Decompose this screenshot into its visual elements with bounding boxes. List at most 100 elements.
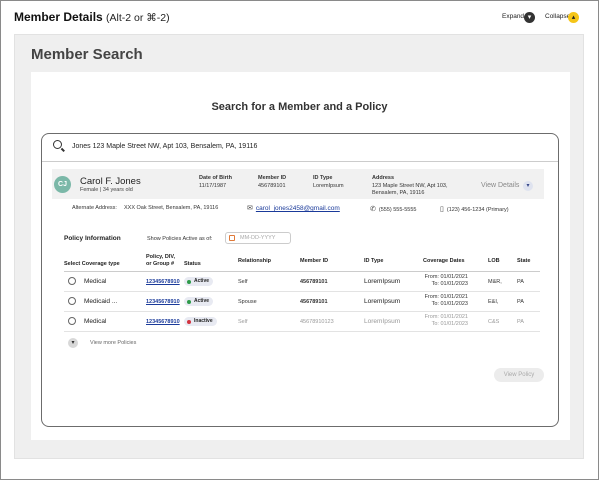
from-label: From: (424, 314, 439, 320)
lob: C&S (488, 319, 500, 325)
col-lob: LOB (488, 258, 500, 264)
search-input[interactable]: Jones 123 Maple Street NW, Apt 103, Bens… (44, 135, 556, 159)
coverage-type: Medicaid ... (84, 298, 118, 305)
policy-info-title: Policy Information (64, 235, 121, 242)
dob-label: Date of Birth (199, 175, 232, 181)
mobile-icon: ▯ (440, 206, 444, 213)
table-row[interactable]: Medical 12345678910 Inactive Self 456789… (64, 312, 540, 332)
search-heading: Search for a Member and a Policy (211, 101, 388, 113)
policy-link[interactable]: 12345678910 (146, 319, 180, 325)
col-state: State (517, 258, 531, 264)
contact-row: Alternate Address: XXX Oak Street, Bensa… (52, 200, 544, 218)
col-relationship: Relationship (238, 258, 272, 264)
col-id-type: ID Type (364, 258, 384, 264)
col-policy-1: Policy, DIV, (146, 254, 176, 260)
member-demographics: Female | 34 years old (80, 187, 133, 193)
phone-icon: ✆ (370, 206, 376, 213)
email-item: ✉ carol_jones2458@gmail.com (247, 204, 340, 212)
to-date: 01/01/2023 (440, 301, 468, 307)
from-date: 01/01/2021 (440, 314, 468, 320)
active-date-field[interactable]: MM-DD-YYYY (225, 232, 291, 244)
col-member-id: Member ID (300, 258, 329, 264)
coverage-radio[interactable] (68, 317, 76, 325)
avatar: CJ (54, 176, 71, 193)
chevron-down-icon[interactable]: ▾ (523, 181, 533, 191)
col-status: Status (184, 261, 201, 267)
col-coverage-dates: Coverage Dates (423, 258, 465, 264)
page-title: Member Details (Alt-2 or ⌘-2) (14, 10, 170, 24)
row-id-type: LoremIpsum (364, 318, 401, 325)
coverage-dates: From: 01/01/2021 To: 01/01/2023 (420, 274, 468, 288)
lob: E&I, (488, 299, 499, 305)
mail-icon: ✉ (247, 205, 253, 212)
section-title: Member Search (31, 46, 143, 63)
dob-value: 11/17/1987 (199, 183, 227, 189)
search-input-value: Jones 123 Maple Street NW, Apt 103, Bens… (72, 143, 258, 150)
table-row[interactable]: Medical 12345678910 Active Self 45678910… (64, 272, 540, 292)
coverage-dates: From: 01/01/2021 To: 01/01/2023 (420, 294, 468, 308)
phone-item: ✆ (555) 555-5555 (370, 205, 417, 213)
coverage-radio[interactable] (68, 277, 76, 285)
divider (42, 161, 558, 162)
id-type-label: ID Type (313, 175, 333, 181)
status-badge: Active (184, 277, 214, 286)
row-member-id: 45678910123 (300, 319, 334, 325)
lob: M&R, (488, 279, 502, 285)
address-label: Address (372, 175, 395, 181)
shortcut-hint: (Alt-2 or ⌘-2) (106, 12, 170, 24)
collapse-label[interactable]: Collapse (545, 13, 570, 20)
page-title-text: Member Details (14, 10, 103, 24)
email-link[interactable]: carol_jones2458@gmail.com (256, 205, 340, 212)
relationship: Self (238, 319, 248, 325)
id-type-value: LoremIpsum (313, 183, 344, 189)
to-date: 01/01/2023 (440, 321, 468, 327)
from-date: 01/01/2021 (440, 294, 468, 300)
status-badge: Active (184, 297, 214, 306)
row-id-type: LoremIpsum (364, 298, 401, 305)
view-details-link[interactable]: View Details (481, 182, 519, 189)
policy-link[interactable]: 12345678910 (146, 279, 180, 285)
from-date: 01/01/2021 (440, 274, 468, 280)
to-date: 01/01/2023 (440, 281, 468, 287)
policy-information: Policy Information Show Policies Active … (56, 225, 540, 358)
to-label: To: (431, 301, 439, 307)
member-id-label: Member ID (258, 175, 287, 181)
top-bar: Member Details (Alt-2 or ⌘-2) Expand ▾ C… (0, 0, 597, 36)
coverage-type: Medical (84, 278, 107, 285)
row-id-type: LoremIpsum (364, 278, 401, 285)
col-policy-2: or Group # (146, 261, 175, 267)
calendar-icon[interactable] (229, 235, 235, 241)
member-summary[interactable]: CJ Carol F. Jones Female | 34 years old … (52, 169, 544, 199)
coverage-dates: From: 01/01/2021 To: 01/01/2023 (420, 314, 468, 328)
date-placeholder: MM-DD-YYYY (240, 235, 276, 241)
status-badge: Inactive (184, 317, 217, 326)
expand-chevron-icon[interactable]: ▾ (524, 12, 535, 23)
address-line-1: 123 Maple Street NW, Apt 103, (372, 183, 448, 189)
member-id-value: 456789101 (258, 183, 286, 189)
show-active-label: Show Policies Active as of: (147, 236, 213, 242)
row-member-id: 456789101 (300, 279, 328, 285)
address-line-2: Bensalem, PA, 19116 (372, 190, 425, 196)
relationship: Self (238, 279, 248, 285)
expand-label[interactable]: Expand (502, 13, 524, 20)
from-label: From: (424, 294, 439, 300)
view-more-label[interactable]: View more Policies (90, 340, 136, 346)
coverage-radio[interactable] (68, 297, 76, 305)
col-coverage: Select Coverage type (64, 261, 120, 267)
state: PA (517, 299, 524, 305)
state: PA (517, 279, 524, 285)
phone-1: (555) 555-5555 (378, 207, 417, 213)
relationship: Spouse (238, 299, 257, 305)
view-policy-button[interactable]: View Policy (494, 368, 544, 382)
collapse-chevron-icon[interactable]: ▴ (568, 12, 579, 23)
mobile-item: ▯ (123) 456-1234 (Primary) (440, 205, 509, 213)
search-icon (53, 140, 62, 149)
alt-address-value: XXX Oak Street, Bensalem, PA, 19116 (124, 205, 219, 211)
table-row[interactable]: Medicaid ... 12345678910 Active Spouse 4… (64, 292, 540, 312)
chevron-down-icon[interactable]: ▾ (68, 338, 78, 348)
row-member-id: 456789101 (300, 299, 328, 305)
phone-2: (123) 456-1234 (Primary) (446, 207, 509, 213)
state: PA (517, 319, 524, 325)
to-label: To: (431, 281, 439, 287)
policy-link[interactable]: 12345678910 (146, 299, 180, 305)
